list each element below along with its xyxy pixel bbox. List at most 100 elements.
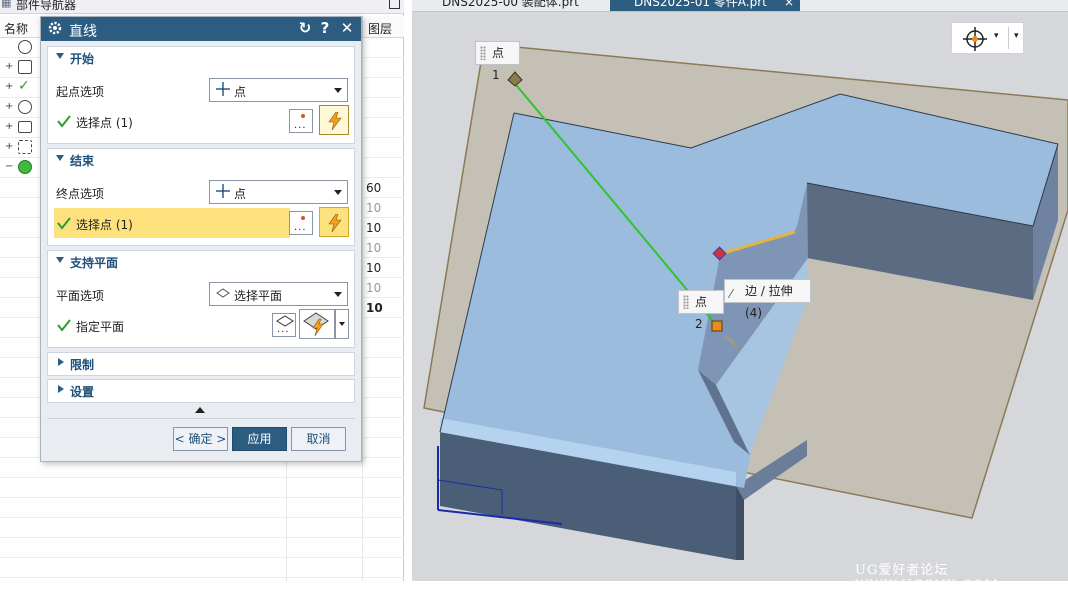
ok-button[interactable]: < 确定 > — [173, 427, 228, 451]
layer-value: 10 — [366, 261, 382, 275]
expand-icon[interactable]: + — [5, 61, 13, 72]
start-group-header[interactable]: 开始 — [48, 47, 354, 69]
separator — [47, 418, 355, 419]
snap-point-toolbar[interactable]: ▾ ▾ — [951, 22, 1024, 54]
check-icon — [57, 115, 71, 128]
start-group: 开始 起点选项 点 选择点 (1) ··· — [47, 46, 355, 144]
column-separator — [362, 16, 363, 38]
end-group-header[interactable]: 结束 — [48, 149, 354, 171]
start-select-label: 选择点 (1) — [76, 116, 133, 130]
limits-group[interactable]: 限制 — [47, 352, 355, 376]
tab-part-a[interactable]: DNS2025-01 零件A.prt × — [610, 0, 800, 11]
plane-dialog-button[interactable]: ··· — [272, 313, 296, 338]
inferred-point-button[interactable] — [319, 207, 349, 237]
navigator-icon: ▦ — [1, 0, 12, 9]
point-dialog-button[interactable]: ··· — [289, 109, 313, 134]
navigator-title: 部件导航器 — [16, 0, 77, 12]
tree-row — [0, 478, 404, 498]
model-view-icon — [18, 60, 32, 74]
plane-icon — [276, 315, 294, 327]
navigator-title-bar: ▦ 部件导航器 — [0, 0, 404, 14]
edge-icon: ⁄ — [730, 287, 733, 301]
plane-option-select[interactable]: 选择平面 — [209, 282, 348, 306]
crosshair-icon[interactable] — [962, 26, 988, 52]
chevron-down-icon — [334, 88, 342, 93]
expand-icon[interactable]: + — [5, 141, 13, 152]
edge-tooltip: ⁄ 边 / 拉伸(4) — [724, 279, 811, 320]
maximize-icon[interactable] — [389, 0, 400, 9]
tree-row — [0, 498, 404, 518]
plane-option-value: 选择平面 — [234, 289, 283, 303]
close-icon[interactable]: ✕ — [338, 19, 356, 37]
collapse-icon[interactable] — [56, 257, 64, 263]
check-icon — [57, 217, 71, 230]
plane-select-label: 指定平面 — [76, 320, 125, 334]
column-name-header[interactable]: 名称 — [4, 20, 28, 37]
end-option-value: 点 — [234, 187, 247, 201]
layer-value: 10 — [366, 301, 383, 315]
expand-icon[interactable] — [58, 385, 64, 393]
limits-label: 限制 — [70, 358, 95, 372]
limits-header[interactable]: 限制 — [48, 353, 354, 375]
point-dialog-button[interactable]: ··· — [289, 211, 313, 236]
dialog-title-bar[interactable]: 直线 ↻ ? ✕ — [41, 17, 361, 41]
start-option-select[interactable]: 点 — [209, 78, 348, 102]
sketch-icon — [18, 140, 32, 154]
clock-icon — [18, 40, 32, 54]
cancel-button[interactable]: 取消 — [291, 427, 346, 451]
check-icon — [57, 319, 71, 332]
folder-icon — [18, 121, 32, 133]
column-layer-header[interactable]: 图层 — [368, 20, 392, 37]
expand-icon[interactable]: + — [5, 81, 13, 92]
end-option-label: 终点选项 — [56, 187, 105, 201]
plus-point-icon — [216, 184, 230, 198]
collapse-icon[interactable] — [56, 53, 64, 59]
layer-value: 10 — [366, 241, 382, 255]
collapse-icon[interactable] — [56, 155, 64, 161]
layer-value: 10 — [366, 201, 382, 215]
chevron-down-icon — [334, 292, 342, 297]
inferred-point-button[interactable] — [319, 105, 349, 135]
gear-icon[interactable] — [47, 20, 63, 36]
chevron-down-icon[interactable]: ▾ — [994, 31, 999, 41]
point2-marker[interactable] — [711, 320, 723, 332]
layer-value: 60 — [366, 181, 382, 195]
lightning-icon — [328, 214, 342, 232]
point1-label: 点 1 — [475, 41, 520, 82]
plane-icon — [216, 288, 230, 298]
tab-label: DNS2025-00 装配体.prt — [442, 0, 579, 9]
collapse-icon[interactable]: − — [5, 161, 13, 172]
expand-icon[interactable] — [58, 358, 64, 366]
end-option-select[interactable]: 点 — [209, 180, 348, 204]
close-tab-icon[interactable]: × — [784, 0, 794, 9]
chevron-down-icon — [339, 322, 345, 326]
help-icon[interactable]: ? — [316, 19, 334, 37]
settings-group[interactable]: 设置 — [47, 379, 355, 403]
tree-row — [0, 558, 404, 578]
expand-icon[interactable]: + — [5, 101, 13, 112]
apply-button[interactable]: 应用 — [232, 427, 287, 451]
inferred-plane-button[interactable] — [299, 309, 335, 339]
document-tabs: DNS2025-00 装配体.prt DNS2025-01 零件A.prt × — [412, 0, 1068, 12]
chevron-down-icon[interactable]: ▾ — [1014, 31, 1019, 41]
start-option-value: 点 — [234, 85, 247, 99]
layer-value: 10 — [366, 281, 382, 295]
expand-icon[interactable]: + — [5, 121, 13, 132]
reset-icon[interactable]: ↻ — [296, 19, 314, 37]
tab-assembly[interactable]: DNS2025-00 装配体.prt — [418, 0, 608, 11]
plane-dropdown-button[interactable] — [335, 309, 349, 339]
dialog-title: 直线 — [69, 24, 97, 40]
support-plane-header[interactable]: 支持平面 — [48, 251, 354, 273]
check-icon: ✓ — [18, 78, 30, 94]
support-plane-label: 支持平面 — [70, 256, 119, 270]
line-dialog: 直线 ↻ ? ✕ 开始 起点选项 点 选择点 (1) ··· 结束 终点选项 点… — [40, 16, 362, 462]
start-group-label: 开始 — [70, 52, 95, 66]
settings-header[interactable]: 设置 — [48, 380, 354, 402]
lightning-icon — [328, 112, 342, 130]
start-option-label: 起点选项 — [56, 85, 105, 99]
plane-lightning-icon — [303, 312, 329, 337]
tree-row — [0, 538, 404, 558]
separator — [1008, 27, 1009, 49]
graphics-viewport[interactable]: 点 1 点 2 ⁄ 边 / 拉伸(4) — [412, 0, 1068, 581]
collapse-more-icon[interactable] — [195, 407, 205, 413]
